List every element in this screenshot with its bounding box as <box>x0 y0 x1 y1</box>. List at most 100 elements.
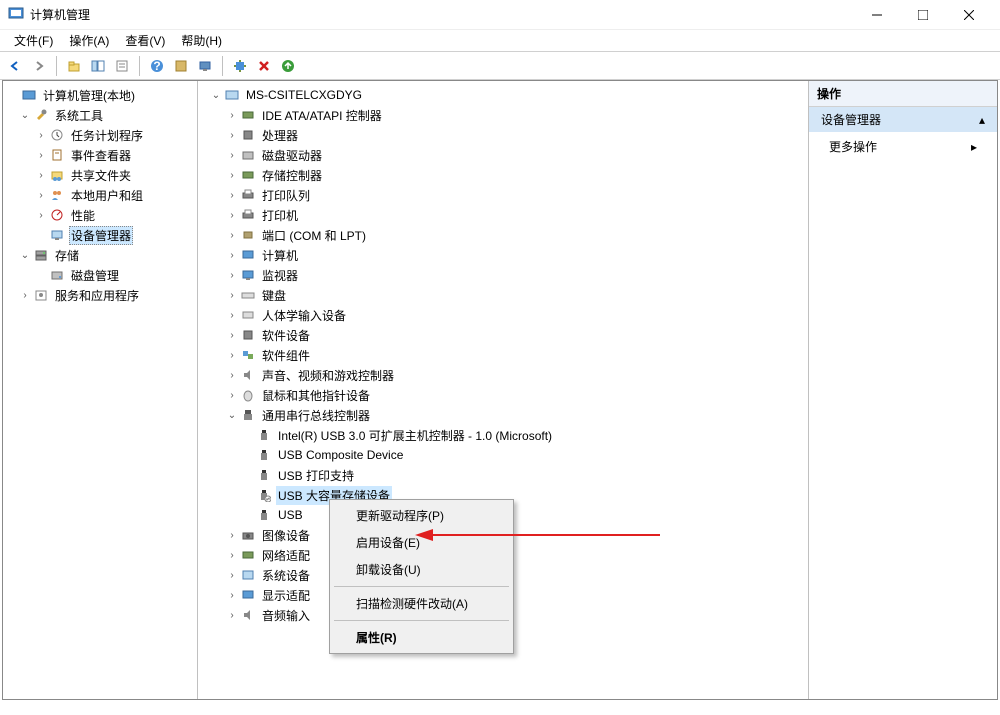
expand-icon[interactable]: › <box>33 150 49 161</box>
tree-services-apps[interactable]: › 服务和应用程序 <box>5 285 195 305</box>
enable-button[interactable] <box>277 55 299 77</box>
device-print-queues[interactable]: ›打印队列 <box>200 185 806 205</box>
console-tree-panel[interactable]: 计算机管理(本地) ⌄ 系统工具 › 任务计划程序 › 事件查看器 › 共享文件… <box>3 81 198 699</box>
device-keyboards[interactable]: ›键盘 <box>200 285 806 305</box>
tree-event-viewer[interactable]: › 事件查看器 <box>5 145 195 165</box>
device-storage-ctrl[interactable]: ›存储控制器 <box>200 165 806 185</box>
device-processors[interactable]: ›处理器 <box>200 125 806 145</box>
show-hide-tree-button[interactable] <box>87 55 109 77</box>
expand-icon[interactable]: › <box>33 170 49 181</box>
users-icon <box>49 187 65 203</box>
tree-local-users[interactable]: › 本地用户和组 <box>5 185 195 205</box>
device-usb-intel[interactable]: Intel(R) USB 3.0 可扩展主机控制器 - 1.0 (Microso… <box>200 425 806 445</box>
port-icon <box>240 227 256 243</box>
device-hid[interactable]: ›人体学输入设备 <box>200 305 806 325</box>
usb-plug-icon <box>256 447 272 463</box>
device-monitors[interactable]: ›监视器 <box>200 265 806 285</box>
device-mice[interactable]: ›鼠标和其他指针设备 <box>200 385 806 405</box>
toolbar: ? <box>0 52 1000 80</box>
collapse-icon[interactable]: ⌄ <box>224 410 240 421</box>
hid-icon <box>240 307 256 323</box>
event-icon <box>49 147 65 163</box>
collapse-icon[interactable]: ⌄ <box>17 110 33 121</box>
print-queue-icon <box>240 187 256 203</box>
monitor-button[interactable] <box>194 55 216 77</box>
tools-icon <box>33 107 49 123</box>
up-button[interactable] <box>63 55 85 77</box>
device-ide-ata[interactable]: ›IDE ATA/ATAPI 控制器 <box>200 105 806 125</box>
storage-ctrl-icon <box>240 167 256 183</box>
services-icon <box>33 287 49 303</box>
usb-plug-icon <box>256 507 272 523</box>
device-disk-drives[interactable]: ›磁盘驱动器 <box>200 145 806 165</box>
mouse-icon <box>240 387 256 403</box>
software-dev-icon <box>240 327 256 343</box>
expand-icon[interactable]: › <box>33 130 49 141</box>
disable-button[interactable] <box>253 55 275 77</box>
tree-task-scheduler[interactable]: › 任务计划程序 <box>5 125 195 145</box>
ctx-update-driver[interactable]: 更新驱动程序(P) <box>332 502 511 529</box>
ctx-scan-hardware[interactable]: 扫描检测硬件改动(A) <box>332 590 511 617</box>
context-menu: 更新驱动程序(P) 启用设备(E) 卸载设备(U) 扫描检测硬件改动(A) 属性… <box>329 499 514 654</box>
tree-disk-mgmt[interactable]: 磁盘管理 <box>5 265 195 285</box>
back-button[interactable] <box>4 55 26 77</box>
forward-button[interactable] <box>28 55 50 77</box>
close-button[interactable] <box>946 0 992 30</box>
device-software-devices[interactable]: ›软件设备 <box>200 325 806 345</box>
usb-icon <box>240 407 256 423</box>
collapse-icon[interactable]: ⌄ <box>208 90 224 101</box>
usb-plug-disabled-icon <box>256 487 272 503</box>
properties-sheet-button[interactable] <box>111 55 133 77</box>
device-usb-controllers[interactable]: ⌄通用串行总线控制器 <box>200 405 806 425</box>
pc-icon <box>240 247 256 263</box>
camera-icon <box>240 527 256 543</box>
device-usb-print-support[interactable]: USB 打印支持 <box>200 465 806 485</box>
display-icon <box>240 587 256 603</box>
tree-performance[interactable]: › 性能 <box>5 205 195 225</box>
collapse-icon[interactable]: ⌄ <box>17 250 33 261</box>
device-computer[interactable]: ›计算机 <box>200 245 806 265</box>
tree-root[interactable]: 计算机管理(本地) <box>5 85 195 105</box>
menu-view[interactable]: 查看(V) <box>117 30 173 51</box>
ctx-separator <box>334 620 509 621</box>
tree-system-tools[interactable]: ⌄ 系统工具 <box>5 105 195 125</box>
device-printers[interactable]: ›打印机 <box>200 205 806 225</box>
titlebar: 计算机管理 <box>0 0 1000 30</box>
actions-header: 操作 <box>809 81 997 107</box>
ctx-enable-device[interactable]: 启用设备(E) <box>332 529 511 556</box>
device-sound-video[interactable]: ›声音、视频和游戏控制器 <box>200 365 806 385</box>
expand-icon[interactable]: › <box>17 290 33 301</box>
controller-icon <box>240 107 256 123</box>
device-software-components[interactable]: ›软件组件 <box>200 345 806 365</box>
software-comp-icon <box>240 347 256 363</box>
list-button[interactable] <box>170 55 192 77</box>
ctx-uninstall-device[interactable]: 卸载设备(U) <box>332 556 511 583</box>
app-icon <box>8 5 24 24</box>
system-icon <box>240 567 256 583</box>
menu-help[interactable]: 帮助(H) <box>173 30 230 51</box>
tree-storage[interactable]: ⌄ 存储 <box>5 245 195 265</box>
audio-icon <box>240 607 256 623</box>
scan-hardware-button[interactable] <box>229 55 251 77</box>
window-title: 计算机管理 <box>30 6 854 23</box>
help-button[interactable]: ? <box>146 55 168 77</box>
menu-file[interactable]: 文件(F) <box>6 30 61 51</box>
expand-icon[interactable]: › <box>33 210 49 221</box>
tree-device-manager[interactable]: 设备管理器 <box>5 225 195 245</box>
disk-icon <box>49 267 65 283</box>
minimize-button[interactable] <box>854 0 900 30</box>
collapse-triangle-icon[interactable]: ▴ <box>979 113 985 127</box>
printer-icon <box>240 207 256 223</box>
cpu-icon <box>240 127 256 143</box>
device-ports[interactable]: ›端口 (COM 和 LPT) <box>200 225 806 245</box>
svg-text:?: ? <box>153 59 160 73</box>
actions-section[interactable]: 设备管理器 ▴ <box>809 107 997 132</box>
tree-shared-folders[interactable]: › 共享文件夹 <box>5 165 195 185</box>
ctx-properties[interactable]: 属性(R) <box>332 624 511 651</box>
maximize-button[interactable] <box>900 0 946 30</box>
menu-action[interactable]: 操作(A) <box>61 30 117 51</box>
device-usb-composite[interactable]: USB Composite Device <box>200 445 806 465</box>
device-root[interactable]: ⌄ MS-CSITELCXGDYG <box>200 85 806 105</box>
expand-icon[interactable]: › <box>33 190 49 201</box>
more-actions[interactable]: 更多操作 ▸ <box>809 132 997 161</box>
